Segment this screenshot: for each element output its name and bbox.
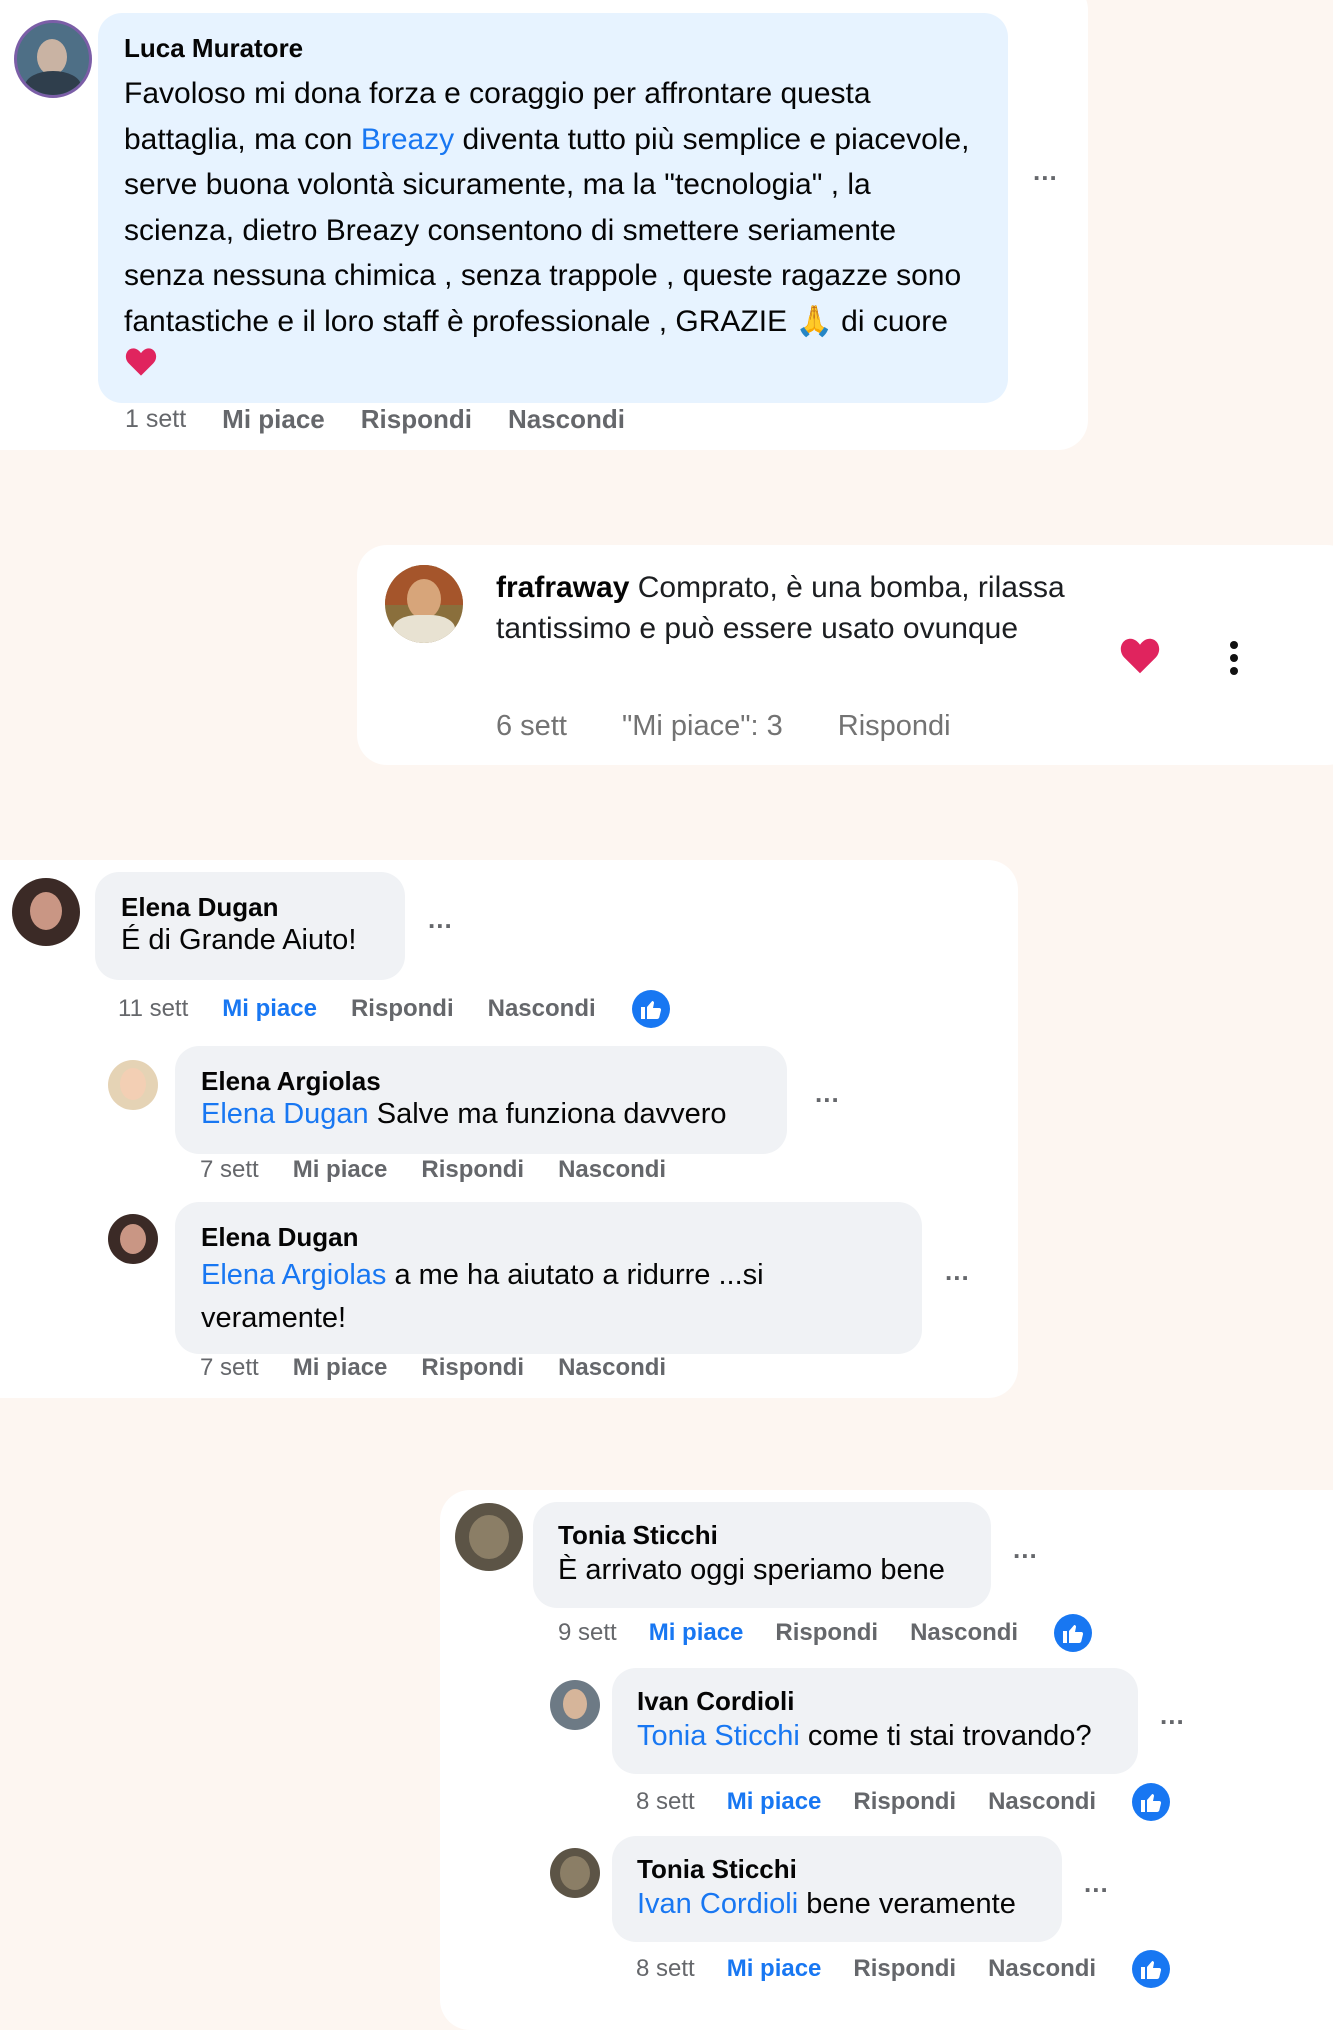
like-reaction-icon [1132, 1950, 1171, 1988]
hide-button[interactable]: Nascondi [488, 995, 596, 1023]
like-button[interactable]: Mi piace [293, 1156, 388, 1184]
comment-card-frafraway: frafraway Comprato, è una bomba, rilassa… [357, 545, 1333, 765]
reply-bubble: Ivan Cordioli Tonia Sticchi come ti stai… [612, 1668, 1138, 1774]
avatar[interactable] [385, 565, 463, 643]
avatar[interactable] [108, 1060, 158, 1110]
heart-icon[interactable] [1119, 637, 1161, 680]
reply-button[interactable]: Rispondi [361, 404, 472, 435]
mention-link[interactable]: Elena Argiolas [201, 1259, 386, 1291]
avatar[interactable] [12, 878, 80, 946]
comment-actions: 9 sett Mi piace Rispondi Nascondi [558, 1614, 1093, 1652]
hide-button[interactable]: Nascondi [910, 1619, 1018, 1647]
reply-button[interactable]: Rispondi [775, 1619, 878, 1647]
more-options-icon[interactable]: ... [1160, 1700, 1185, 1731]
reply-bubble: Tonia Sticchi Ivan Cordioli bene veramen… [612, 1836, 1062, 1942]
hide-button[interactable]: Nascondi [988, 1788, 1096, 1816]
comment-bubble: Luca Muratore Favoloso mi dona forza e c… [98, 13, 1008, 403]
comment-card-elena: Elena Dugan É di Grande Aiuto! ... 11 se… [0, 860, 1018, 1398]
comment-time[interactable]: 6 sett [496, 710, 567, 743]
mention-link[interactable]: Elena Dugan [201, 1098, 369, 1130]
comment-card-luca: Luca Muratore Favoloso mi dona forza e c… [0, 0, 1088, 450]
more-options-icon[interactable]: ... [1033, 156, 1058, 187]
comment-author[interactable]: Elena Dugan [201, 1222, 358, 1253]
like-button[interactable]: Mi piace [293, 1354, 388, 1382]
reply-button[interactable]: Rispondi [351, 995, 454, 1023]
mention-link[interactable]: Breazy [361, 123, 454, 156]
comment-time[interactable]: 1 sett [125, 405, 186, 434]
reply-button[interactable]: Rispondi [421, 1156, 524, 1184]
more-options-icon[interactable]: ... [945, 1256, 970, 1287]
comment-actions: 8 sett Mi piace Rispondi Nascondi [636, 1950, 1171, 1988]
comment-text: Favoloso mi dona forza e coraggio per af… [124, 71, 984, 391]
like-reaction-icon [631, 990, 670, 1028]
hide-button[interactable]: Nascondi [508, 404, 625, 435]
comment-time[interactable]: 8 sett [636, 1788, 695, 1816]
hide-button[interactable]: Nascondi [988, 1955, 1096, 1983]
comment-time[interactable]: 7 sett [200, 1354, 259, 1382]
reply-bubble: Elena Argiolas Elena Dugan Salve ma funz… [175, 1046, 787, 1154]
comment-text: É di Grande Aiuto! [121, 924, 357, 956]
vertical-dots-icon[interactable] [1230, 641, 1238, 675]
comment-actions: 8 sett Mi piace Rispondi Nascondi [636, 1783, 1171, 1821]
like-button[interactable]: Mi piace [727, 1788, 822, 1816]
mention-link[interactable]: Ivan Cordioli [637, 1888, 798, 1920]
heart-emoji-icon [124, 345, 158, 391]
hide-button[interactable]: Nascondi [558, 1156, 666, 1184]
like-button[interactable]: Mi piace [222, 404, 325, 435]
comment-text: frafraway Comprato, è una bomba, rilassa… [496, 571, 1065, 645]
like-button[interactable]: Mi piace [649, 1619, 744, 1647]
more-options-icon[interactable]: ... [428, 904, 453, 935]
avatar[interactable] [550, 1680, 600, 1730]
reply-bubble: Elena Dugan Elena Argiolas a me ha aiuta… [175, 1202, 922, 1354]
reply-button[interactable]: Rispondi [853, 1955, 956, 1983]
more-options-icon[interactable]: ... [815, 1078, 840, 1109]
mention-link[interactable]: Tonia Sticchi [637, 1720, 800, 1752]
more-options-icon[interactable]: ... [1084, 1868, 1109, 1899]
likes-count[interactable]: "Mi piace": 3 [622, 710, 783, 743]
reply-button[interactable]: Rispondi [853, 1788, 956, 1816]
avatar[interactable] [108, 1214, 158, 1264]
comment-actions: 11 sett Mi piace Rispondi Nascondi [118, 990, 670, 1028]
comment-author[interactable]: Luca Muratore [124, 33, 303, 64]
reply-button[interactable]: Rispondi [421, 1354, 524, 1382]
comment-actions: 7 sett Mi piace Rispondi Nascondi [200, 1156, 666, 1184]
comment-card-tonia: Tonia Sticchi È arrivato oggi speriamo b… [440, 1490, 1333, 2030]
comment-time[interactable]: 11 sett [118, 995, 188, 1023]
comment-time[interactable]: 8 sett [636, 1955, 695, 1983]
pray-emoji-icon: 🙏 [795, 304, 833, 338]
hide-button[interactable]: Nascondi [558, 1354, 666, 1382]
comment-text: È arrivato oggi speriamo bene [558, 1554, 945, 1586]
like-button[interactable]: Mi piace [727, 1955, 822, 1983]
comment-author[interactable]: Tonia Sticchi [558, 1520, 718, 1551]
like-reaction-icon [1132, 1783, 1171, 1821]
like-reaction-icon [1054, 1614, 1093, 1652]
reply-button[interactable]: Rispondi [838, 710, 951, 743]
comment-author[interactable]: Elena Dugan [121, 892, 278, 923]
comment-author[interactable]: Ivan Cordioli [637, 1686, 794, 1717]
more-options-icon[interactable]: ... [1013, 1534, 1038, 1565]
avatar[interactable] [550, 1848, 600, 1898]
comment-author[interactable]: Elena Argiolas [201, 1066, 381, 1097]
comment-actions: 7 sett Mi piace Rispondi Nascondi [200, 1354, 666, 1382]
comment-time[interactable]: 7 sett [200, 1156, 259, 1184]
comment-text: Ivan Cordioli bene veramente [637, 1888, 1016, 1920]
comment-time[interactable]: 9 sett [558, 1619, 617, 1647]
comment-bubble: Tonia Sticchi È arrivato oggi speriamo b… [533, 1502, 991, 1608]
like-button[interactable]: Mi piace [222, 995, 317, 1023]
comment-text: Elena Argiolas a me ha aiutato a ridurre… [201, 1259, 764, 1334]
comment-text: Elena Dugan Salve ma funziona davvero [201, 1098, 727, 1130]
avatar[interactable] [455, 1503, 523, 1571]
comment-actions: 1 sett Mi piace Rispondi Nascondi [125, 404, 625, 435]
avatar[interactable] [14, 20, 92, 98]
comment-bubble: Elena Dugan É di Grande Aiuto! [95, 872, 405, 980]
comment-author[interactable]: Tonia Sticchi [637, 1854, 797, 1885]
comment-author[interactable]: frafraway [496, 571, 629, 604]
comment-actions: 6 sett "Mi piace": 3 Rispondi [496, 710, 951, 743]
comment-text: Tonia Sticchi come ti stai trovando? [637, 1720, 1092, 1752]
